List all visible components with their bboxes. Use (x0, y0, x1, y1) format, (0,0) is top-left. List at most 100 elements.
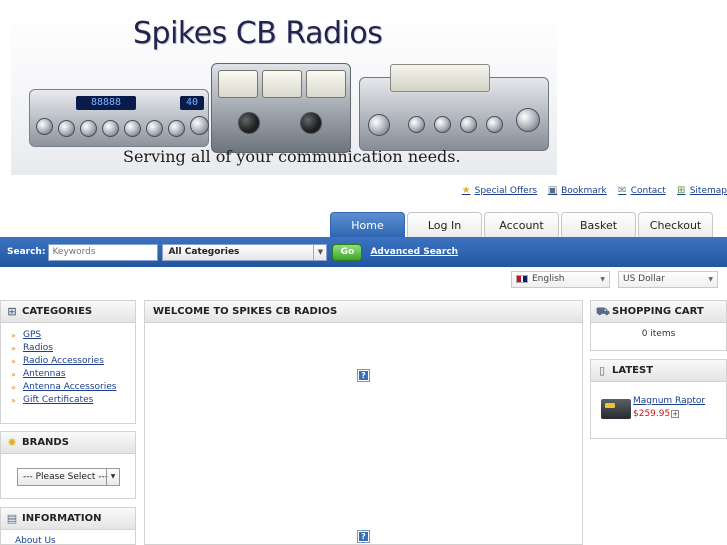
missing-plugin-icon[interactable]: ? (357, 530, 370, 543)
contact-link[interactable]: ✉ Contact (617, 185, 666, 196)
category-link-antenna-accessories[interactable]: Antenna Accessories (23, 381, 116, 394)
category-link-gift-certificates[interactable]: Gift Certificates (23, 394, 93, 407)
bookmark-link[interactable]: ▣ Bookmark (547, 185, 607, 196)
category-link-gps[interactable]: GPS (23, 329, 41, 342)
knob-icon (168, 120, 185, 137)
search-input[interactable] (48, 243, 159, 261)
product-name-link[interactable]: Magnum Raptor (633, 396, 705, 406)
top-links: ★ Special Offers ▣ Bookmark ✉ Contact ⊞ Site… (461, 184, 727, 197)
brands-header: ✸ BRANDS (1, 432, 135, 454)
shopping-cart-header: ⛟ SHOPPING CART (591, 301, 726, 323)
search-label: Search: (7, 247, 46, 257)
latest-box: ▯ LATEST Magnum Raptor $259.95 + (590, 359, 727, 439)
site-banner[interactable]: Spikes CB Radios 88888 40 Serving all of… (11, 11, 557, 175)
knob-icon (190, 116, 209, 135)
radio-channel-display: 40 (180, 96, 204, 110)
category-link-antennas[interactable]: Antennas (23, 368, 66, 381)
knob-icon (368, 114, 390, 136)
chevron-down-icon: ▼ (708, 276, 713, 283)
categories-box: ⊞ CATEGORIES » GPS » Radios » Radio Accesso… (0, 300, 136, 424)
sitemap-icon: ⊞ (7, 304, 17, 318)
list-item: » GPS (11, 329, 135, 342)
bullet-icon: » (11, 344, 16, 353)
bullet-icon: » (11, 383, 16, 392)
language-value: English (532, 274, 565, 284)
product-price-value: $259.95 (633, 409, 671, 419)
brand-select[interactable]: --- Please Select --- ▼ (17, 468, 120, 486)
tab-log-in[interactable]: Log In (407, 212, 482, 237)
star-icon: ★ (461, 185, 471, 196)
list-item: » Antennas (11, 368, 135, 381)
site-tagline: Serving all of your communication needs. (123, 147, 461, 166)
tab-home[interactable]: Home (330, 212, 405, 237)
knob-icon (80, 120, 97, 137)
chevron-down-icon: ▼ (600, 276, 605, 283)
uk-flag-icon (516, 274, 528, 283)
list-item: » Radio Accessories (11, 355, 135, 368)
tab-account[interactable]: Account (484, 212, 559, 237)
search-bar: Search: All Categories ▼ Go Advanced Sea… (0, 237, 727, 267)
chevron-down-icon: ▼ (313, 244, 326, 260)
missing-plugin-icon[interactable]: ? (357, 369, 370, 382)
knob-icon (238, 112, 260, 134)
bullet-icon: » (11, 357, 16, 366)
list-item: » Antenna Accessories (11, 381, 135, 394)
meter-icon (262, 70, 302, 98)
bookmark-icon: ▣ (547, 185, 558, 196)
meter-icon (218, 70, 258, 98)
knob-icon (36, 118, 53, 135)
product-thumbnail[interactable] (601, 399, 631, 419)
knob-icon (486, 116, 503, 133)
bullet-icon: » (11, 396, 16, 405)
language-select[interactable]: English ▼ (511, 271, 610, 288)
knob-icon (434, 116, 451, 133)
welcome-title: WELCOME TO SPIKES CB RADIOS (153, 305, 338, 317)
category-select-value: All Categories (168, 247, 240, 257)
about-us-link[interactable]: About Us (15, 536, 56, 545)
mail-icon: ✉ (618, 185, 627, 196)
currency-value: US Dollar (623, 274, 665, 284)
main-tabs: Home Log In Account Basket Checkout (330, 212, 713, 237)
document-icon: ▯ (598, 363, 606, 377)
brand-select-value: --- Please Select --- (23, 472, 109, 482)
cb-radio-middle-image (211, 63, 351, 153)
bullet-icon: » (11, 370, 16, 379)
currency-select[interactable]: US Dollar ▼ (618, 271, 718, 288)
knob-icon (146, 120, 163, 137)
cb-radio-left-image: 88888 40 (29, 89, 209, 147)
category-list: » GPS » Radios » Radio Accessories » Antenna… (1, 323, 135, 407)
welcome-panel: WELCOME TO SPIKES CB RADIOS ? ? (144, 300, 583, 545)
brands-title: BRANDS (22, 436, 69, 448)
special-offers-link[interactable]: ★ Special Offers (461, 185, 537, 196)
meter-icon (306, 70, 346, 98)
sitemap-icon: ⊞ (677, 185, 686, 196)
radio-display: 88888 (76, 96, 136, 110)
add-to-cart-icon[interactable]: + (671, 409, 680, 418)
search-go-button[interactable]: Go (332, 243, 363, 261)
tab-checkout[interactable]: Checkout (638, 212, 713, 237)
knob-icon (124, 120, 141, 137)
cart-icon: ⛟ (596, 304, 610, 318)
information-header: ▤ INFORMATION (1, 508, 135, 530)
tab-basket[interactable]: Basket (561, 212, 636, 237)
book-icon: ▤ (6, 511, 18, 525)
list-item: » Gift Certificates (11, 394, 135, 407)
sitemap-link[interactable]: ⊞ Sitemap (676, 185, 727, 196)
shopping-cart-title: SHOPPING CART (612, 305, 704, 317)
categories-title: CATEGORIES (22, 305, 93, 317)
category-link-radio-accessories[interactable]: Radio Accessories (23, 355, 104, 368)
knob-icon (58, 120, 75, 137)
category-link-radios[interactable]: Radios (23, 342, 53, 355)
product-price: $259.95 + (633, 409, 680, 419)
advanced-search-link[interactable]: Advanced Search (370, 247, 458, 257)
categories-header: ⊞ CATEGORIES (1, 301, 135, 323)
welcome-header: WELCOME TO SPIKES CB RADIOS (145, 301, 582, 323)
bullet-icon: » (11, 331, 16, 340)
information-title: INFORMATION (22, 512, 102, 524)
list-item: » Radios (11, 342, 135, 355)
knob-icon (460, 116, 477, 133)
category-select[interactable]: All Categories ▼ (162, 243, 328, 261)
cart-item-count: 0 items (641, 329, 676, 339)
brands-box: ✸ BRANDS --- Please Select --- ▼ (0, 431, 136, 499)
information-box: ▤ INFORMATION About Us (0, 507, 136, 545)
